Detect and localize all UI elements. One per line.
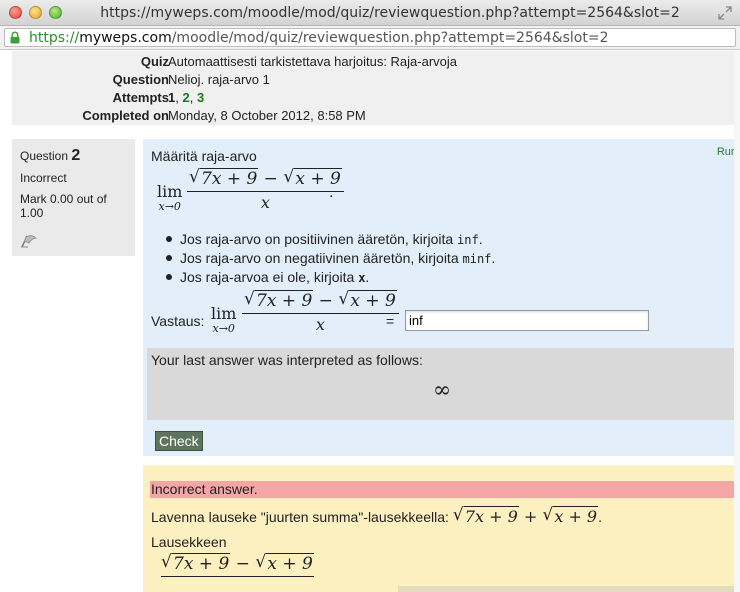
question-state: Incorrect (20, 171, 67, 185)
summary-value: Automaattisesti tarkistettava harjoitus:… (168, 54, 458, 69)
summary-label: Attempts (112, 90, 169, 105)
fraction-denominator: x (260, 193, 270, 212)
address-bar: https://myweps.com/moodle/mod/quiz/revie… (0, 26, 740, 50)
lim-word: lim (157, 182, 183, 201)
question-formulation: Run Määritä raja-arvo lim x→0 √ 7x + 9 − … (143, 139, 737, 456)
close-window-button[interactable] (9, 6, 22, 19)
question-info: Question 2 Incorrect Mark 0.00 out of 1.… (12, 139, 135, 256)
limit-fraction: √ 7x + 9 − √ x + 9 x (187, 167, 344, 212)
sqrt-term: √ 7x + 9 (189, 167, 259, 189)
url-field[interactable]: https://myweps.com/moodle/mod/quiz/revie… (4, 28, 736, 47)
instructions-list: Jos raja-arvo on positiivinen ääretön, k… (163, 230, 495, 287)
minimize-window-button[interactable] (29, 6, 42, 19)
question-prompt: Määritä raja-arvo (151, 148, 257, 164)
page-scrollbar[interactable] (734, 51, 740, 592)
sqrt-sign-icon: √ (189, 167, 200, 187)
interpreted-label: Your last answer was interpreted as foll… (151, 352, 423, 368)
limit-fraction: √ 7x + 9 − √ x + 9 x (242, 289, 399, 334)
hint-end: . (598, 509, 602, 525)
summary-row-attempts: Attempts 1, 2, 3 (12, 89, 736, 107)
window-titlebar: https://myweps.com/moodle/mod/quiz/revie… (0, 0, 740, 26)
obscured-content-strip (398, 586, 737, 592)
sqrt-term: √ 7x + 9 (452, 505, 519, 526)
incorrect-banner: Incorrect answer. (150, 481, 737, 498)
attempt-link[interactable]: 3 (197, 90, 204, 105)
sqrt-sign-icon: √ (161, 552, 172, 572)
feedback-box: Incorrect answer. Lavenna lauseke "juurt… (143, 465, 737, 592)
url-text: https://myweps.com/moodle/mod/quiz/revie… (29, 30, 608, 46)
lim-subscript: x→0 (212, 322, 235, 335)
summary-value: Nelioj. raja-arvo 1 (168, 72, 270, 87)
summary-row-completed: Completed on Monday, 8 October 2012, 8:5… (12, 107, 736, 125)
lim-word: lim (211, 304, 237, 323)
summary-row-question: Question Nelioj. raja-arvo 1 (12, 71, 736, 89)
fraction-denominator: x (315, 315, 325, 334)
answer-input[interactable] (405, 310, 649, 331)
url-scheme: https:// (29, 30, 80, 46)
limit-period: . (329, 184, 334, 201)
check-button[interactable]: Check (155, 431, 203, 451)
window-title: https://myweps.com/moodle/mod/quiz/revie… (100, 5, 680, 21)
sqrt-term: √ x + 9 (255, 552, 314, 574)
question-number: Question 2 (20, 147, 127, 165)
sqrt-term: √ x + 9 (542, 505, 599, 526)
equals-sign: = (386, 313, 395, 329)
fraction-numerator: √ 7x + 9 − √ x + 9 (242, 289, 399, 314)
instruction-item: Jos raja-arvo on negatiivinen ääretön, k… (163, 249, 495, 268)
fraction-numerator: √ 7x + 9 − √ x + 9 (187, 167, 344, 192)
attempts-separator: , (189, 90, 197, 105)
sqrt-sign-icon: √ (283, 167, 295, 187)
attempt-summary: Quiz Automaattisesti tarkistettava harjo… (12, 51, 736, 125)
question-number-value: 2 (71, 147, 81, 164)
limit-operator: lim x→0 (211, 305, 236, 335)
hint-text: Lavenna lauseke "juurten summa"-lausekke… (151, 509, 453, 525)
attempts-list: 1, 2, 3 (168, 89, 204, 107)
question-prefix: Question (20, 149, 69, 163)
instruction-item: Jos raja-arvoa ei ole, kirjoita x. (163, 268, 495, 287)
sqrt-term: √ 7x + 9 (244, 289, 314, 311)
url-host: myweps.com (79, 30, 172, 46)
zoom-window-button[interactable] (49, 6, 62, 19)
url-path: /moodle/mod/quiz/reviewquestion.php?atte… (171, 30, 609, 46)
limit-operator: lim x→0 (157, 183, 182, 213)
summary-label: Completed on (82, 108, 169, 123)
sqrt-sign-icon: √ (338, 289, 350, 309)
sqrt-term: √ 7x + 9 (161, 552, 231, 574)
fullscreen-icon[interactable] (718, 6, 732, 20)
sqrt-sign-icon: √ (542, 505, 554, 525)
page-content: Quiz Automaattisesti tarkistettava harjo… (0, 51, 740, 592)
lim-subscript: x→0 (158, 200, 181, 213)
hint-expression: √ 7x + 9 + √ x + 9 (452, 505, 599, 526)
sqrt-sign-icon: √ (255, 552, 267, 572)
answer-label: Vastaus: (151, 313, 205, 329)
sqrt-sign-icon: √ (452, 505, 464, 525)
instruction-item: Jos raja-arvo on positiivinen ääretön, k… (163, 230, 495, 249)
summary-row-quiz: Quiz Automaattisesti tarkistettava harjo… (12, 53, 736, 71)
summary-label: Question (112, 72, 169, 87)
interpreted-value: ∞ (432, 378, 452, 403)
sqrt-sign-icon: √ (244, 289, 255, 309)
summary-value: Monday, 8 October 2012, 8:58 PM (168, 108, 366, 123)
attempt-link[interactable]: 2 (182, 90, 189, 105)
hint-line: Lavenna lauseke "juurten summa"-lausekke… (151, 505, 602, 526)
summary-label: Quiz (140, 54, 169, 69)
question-mark: Mark 0.00 out of 1.00 (20, 192, 107, 220)
sqrt-term: √ x + 9 (338, 289, 397, 311)
lausekkeen-label: Lausekkeen (151, 534, 227, 550)
feedback-expression: √ 7x + 9 − √ x + 9 (161, 552, 314, 577)
flag-icon[interactable] (20, 233, 38, 249)
interpreted-answer-box: Your last answer was interpreted as foll… (147, 348, 737, 420)
lock-icon (10, 31, 20, 44)
